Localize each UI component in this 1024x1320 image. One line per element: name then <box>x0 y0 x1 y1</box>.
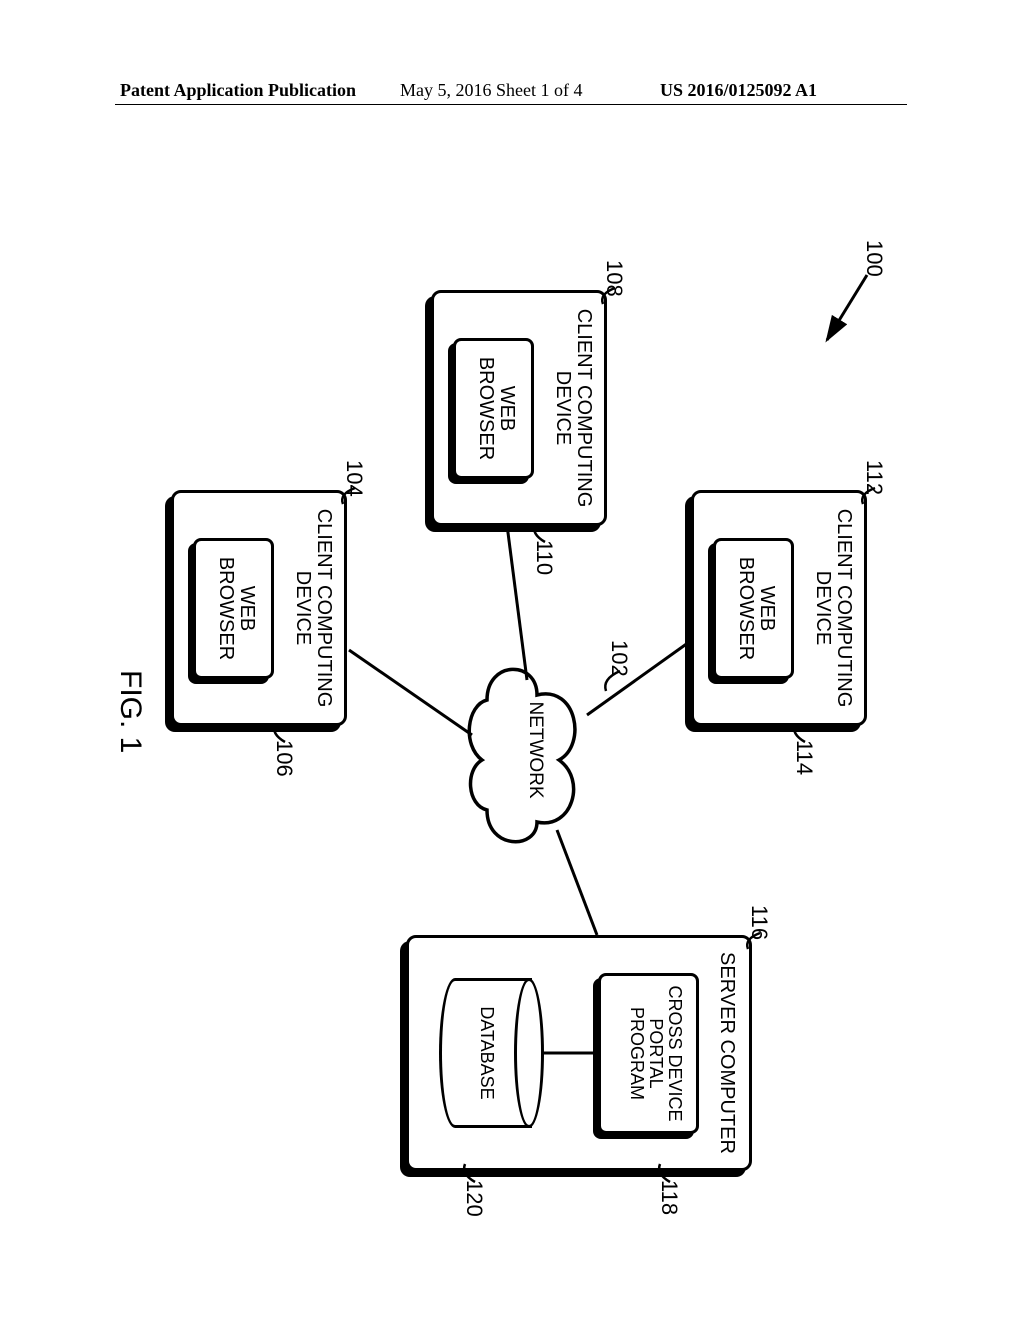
tick-program-icon <box>648 1160 672 1190</box>
figure-caption: FIG. 1 <box>113 670 147 753</box>
page: Patent Application Publication May 5, 20… <box>0 0 1024 1320</box>
header-left: Patent Application Publication <box>120 80 356 101</box>
header-right: US 2016/0125092 A1 <box>660 80 817 101</box>
program-db-connector <box>544 1048 599 1058</box>
server-program-label: CROSS DEVICE PORTAL PROGRAM <box>627 976 684 1131</box>
database-label: DATABASE <box>477 978 496 1128</box>
server-title: SERVER COMPUTER <box>716 938 737 1168</box>
figure-stage: 100 CLIENT COMPUTING DEVICE WEB BROWSER … <box>115 180 907 1230</box>
database-cylinder: DATABASE <box>439 978 544 1128</box>
server-program-box: CROSS DEVICE PORTAL PROGRAM <box>598 973 699 1134</box>
header-mid: May 5, 2016 Sheet 1 of 4 <box>400 80 582 101</box>
tick-server-icon <box>738 925 762 965</box>
header-rule <box>115 104 907 105</box>
tick-database-icon <box>453 1160 477 1190</box>
server-box: SERVER COMPUTER CROSS DEVICE PORTAL PROG… <box>406 935 752 1171</box>
figure-canvas: 100 CLIENT COMPUTING DEVICE WEB BROWSER … <box>115 180 907 1230</box>
